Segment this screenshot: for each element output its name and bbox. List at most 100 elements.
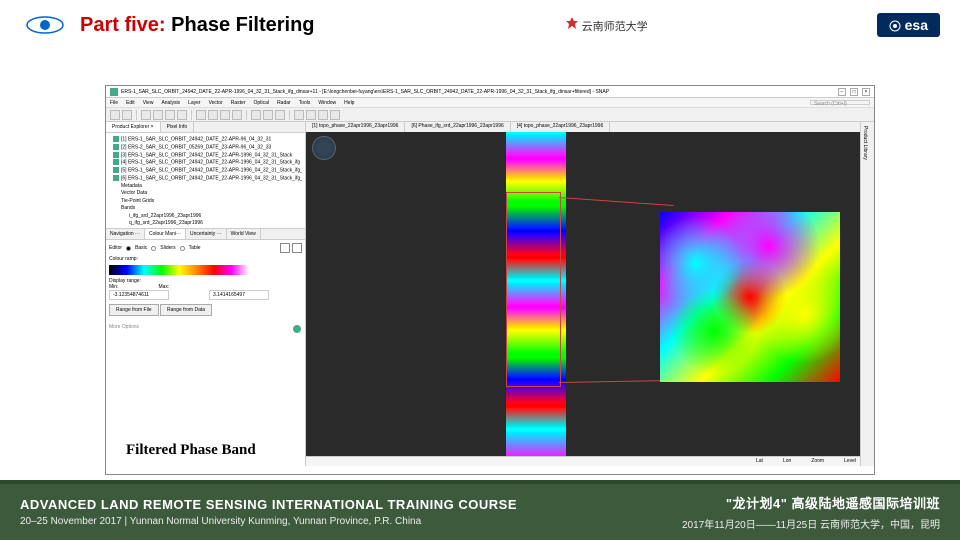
tree-item: [6] ERS-1_SAR_SLC_ORBIT_24942_DATE_22-AP… [109,175,302,183]
tree-item: [1] ERS-1_SAR_SLC_ORBIT_24942_DATE_22-AP… [109,136,302,144]
colour-ramp-label: Colour ramp: [109,256,302,262]
footer-sub: 20–25 November 2017 | Yunnan Normal Univ… [20,516,682,527]
right-sidebar: Product Library [860,122,874,466]
product-icon [113,167,119,173]
polyline-icon[interactable] [232,110,242,120]
select-icon[interactable] [177,110,187,120]
slide-header: Part five: Phase Filtering 云南师范大学 esa [0,0,960,50]
import-palette-icon[interactable] [280,243,290,253]
crosshair-icon[interactable] [294,110,304,120]
maximize-button[interactable]: □ [850,88,858,96]
tab-world-view[interactable]: World View [227,229,261,239]
menu-bar: File Edit View Analysis Layer Vector Ras… [106,98,874,108]
more-options-link[interactable]: More Options [109,324,139,330]
range-from-data-button[interactable]: Range from Data [160,304,212,316]
save-icon[interactable] [122,110,132,120]
viewer-tab[interactable]: [1] topo_phase_22apr1996_23apr1996 [306,122,405,132]
tree-item: [2] ERS-2_SAR_SLC_ORBIT_05269_DATE_23-AP… [109,144,302,152]
menu-file[interactable]: File [110,100,118,105]
university-logo: 云南师范大学 [565,16,648,34]
zoom-guide-line [559,197,674,206]
pin-icon[interactable] [251,110,261,120]
search-input[interactable]: Search (Ctrl+I) [810,100,870,105]
tree-band-item: i_ifg_srd_22apr1996_23apr1996 [109,213,302,221]
editor-label: Editor [109,245,122,251]
gcp-icon[interactable] [263,110,273,120]
viewer-status-bar: Lat Lon Zoom Level [306,456,860,466]
product-icon [113,152,119,158]
max-input[interactable]: 3.1414165497 [209,290,269,300]
tab-product-explorer[interactable]: Product Explorer × [106,122,161,132]
filtered-phase-band-callout: Filtered Phase Band [126,442,256,459]
slide-footer: ADVANCED LAND REMOTE SENSING INTERNATION… [0,480,960,540]
image-viewer[interactable]: [1] topo_phase_22apr1996_23apr1996 [6] P… [306,122,860,466]
esa-logo: esa [877,13,940,37]
window-title: ERS-1_SAR_SLC_ORBIT_24942_DATE_22-APR-19… [121,89,838,95]
viewer-tab[interactable]: [4] topo_phase_22apr1996_23apr1996 [511,122,610,132]
menu-tools[interactable]: Tools [299,100,311,105]
ellipse-icon[interactable] [220,110,230,120]
footer-sub-cn: 2017年11月20日——11月25日 云南师范大学，中国，昆明 [682,516,940,531]
left-panel: Product Explorer × Pixel Info [1] ERS-1_… [106,122,306,466]
nascc-logo [20,10,70,40]
folder2-icon[interactable] [318,110,328,120]
menu-view[interactable]: View [143,100,154,105]
radio-sliders[interactable] [151,246,156,251]
radio-basic[interactable] [126,246,131,251]
tree-metadata: Metadata [109,183,302,191]
tree-vector: Vector Data [109,190,302,198]
menu-optical[interactable]: Optical [254,100,270,105]
part-name: Phase Filtering [171,14,314,36]
part-label: Part five: [80,14,166,36]
menu-edit[interactable]: Edit [126,100,135,105]
menu-raster[interactable]: Raster [231,100,246,105]
menu-help[interactable]: Help [344,100,354,105]
minimize-button[interactable]: − [838,88,846,96]
help-icon[interactable] [292,324,302,334]
product-library-tab[interactable]: Product Library [862,126,868,160]
menu-analysis[interactable]: Analysis [161,100,180,105]
zoom-icon[interactable] [165,110,175,120]
colour-ramp[interactable] [109,265,249,275]
world-map-icon[interactable] [312,136,336,160]
rect-icon[interactable] [196,110,206,120]
range-from-file-button[interactable]: Range from File [109,304,159,316]
colour-manipulation-panel: Editor Basic Sliders Table Colour ramp: … [106,240,305,466]
range-icon[interactable] [275,110,285,120]
min-input[interactable]: -3.12354874611 [109,290,169,300]
open-icon[interactable] [110,110,120,120]
tab-colour-manip[interactable]: Colour Mani··· [145,229,186,239]
footer-title-cn: "龙计划4" 高级陆地遥感国际培训班 [682,493,940,512]
part-title: Part five: Phase Filtering [80,14,315,37]
title-bar: ERS-1_SAR_SLC_ORBIT_24942_DATE_22-APR-19… [106,86,874,98]
polygon-icon[interactable] [208,110,218,120]
radio-table[interactable] [180,246,185,251]
app-icon [110,88,118,96]
project-icon[interactable] [330,110,340,120]
menu-window[interactable]: Window [318,100,336,105]
tab-uncertainty[interactable]: Uncertainty ··· [186,229,227,239]
close-button[interactable]: × [862,88,870,96]
product-tree[interactable]: [1] ERS-1_SAR_SLC_ORBIT_24942_DATE_22-AP… [106,133,305,228]
menu-radar[interactable]: Radar [277,100,291,105]
tree-item: [4] ERS-1_SAR_SLC_ORBIT_24942_DATE_22-AP… [109,159,302,167]
tab-pixel-info[interactable]: Pixel Info [161,122,195,132]
snap-app-window: ERS-1_SAR_SLC_ORBIT_24942_DATE_22-APR-19… [105,85,875,475]
export-palette-icon[interactable] [292,243,302,253]
tab-navigation[interactable]: Navigation ··· [106,229,145,239]
product-icon [113,159,119,165]
toolbar [106,108,874,122]
menu-layer[interactable]: Layer [188,100,201,105]
sar-zoom-detail [660,212,840,382]
tree-item: [3] ERS-1_SAR_SLC_ORBIT_24942_DATE_22-AP… [109,152,302,160]
product-icon [113,144,119,150]
product-icon [113,136,119,142]
folder-icon[interactable] [306,110,316,120]
zoom-guide-line [559,380,674,383]
arrow-icon[interactable] [141,110,151,120]
pan-icon[interactable] [153,110,163,120]
tree-band-item: q_ifg_srd_22apr1996_23apr1996 [109,220,302,228]
menu-vector[interactable]: Vector [209,100,223,105]
tree-tiepoint: Tie-Point Grids [109,198,302,206]
viewer-tab[interactable]: [6] Phase_ifg_srd_22apr1996_23apr1996 [405,122,510,132]
